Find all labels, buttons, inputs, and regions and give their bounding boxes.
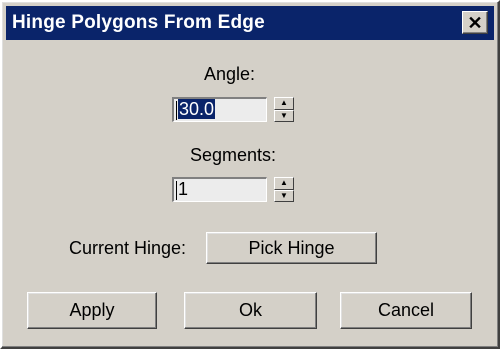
cancel-button[interactable]: Cancel xyxy=(340,292,472,329)
angle-spinner-up[interactable]: ▲ xyxy=(274,97,294,110)
dialog-title: Hinge Polygons From Edge xyxy=(12,12,265,33)
text-cursor xyxy=(176,180,177,200)
text-cursor xyxy=(176,100,177,120)
apply-button[interactable]: Apply xyxy=(27,292,157,329)
close-icon: ✕ xyxy=(467,12,483,33)
angle-value: 30.0 xyxy=(178,99,216,119)
triangle-up-icon: ▲ xyxy=(280,98,288,108)
current-hinge-label: Current Hinge: xyxy=(69,238,187,258)
ok-button[interactable]: Ok xyxy=(184,292,317,329)
title-bar[interactable]: Hinge Polygons From Edge ✕ xyxy=(6,6,494,40)
angle-spinner[interactable]: ▲ ▼ xyxy=(274,97,294,122)
angle-spinner-down[interactable]: ▼ xyxy=(274,109,294,122)
angle-input[interactable]: 30.0 xyxy=(172,97,267,122)
segments-value: 1 xyxy=(178,179,189,199)
pick-hinge-button[interactable]: Pick Hinge xyxy=(206,232,377,264)
segments-label: Segments: xyxy=(190,145,277,165)
triangle-up-icon: ▲ xyxy=(280,178,288,188)
close-button[interactable]: ✕ xyxy=(462,11,488,34)
segments-spinner-down[interactable]: ▼ xyxy=(274,189,294,202)
triangle-down-icon: ▼ xyxy=(280,190,288,200)
segments-spinner[interactable]: ▲ ▼ xyxy=(274,177,294,202)
segments-spinner-up[interactable]: ▲ xyxy=(274,177,294,190)
angle-label: Angle: xyxy=(204,64,256,84)
segments-input[interactable]: 1 xyxy=(172,177,267,202)
triangle-down-icon: ▼ xyxy=(280,110,288,120)
